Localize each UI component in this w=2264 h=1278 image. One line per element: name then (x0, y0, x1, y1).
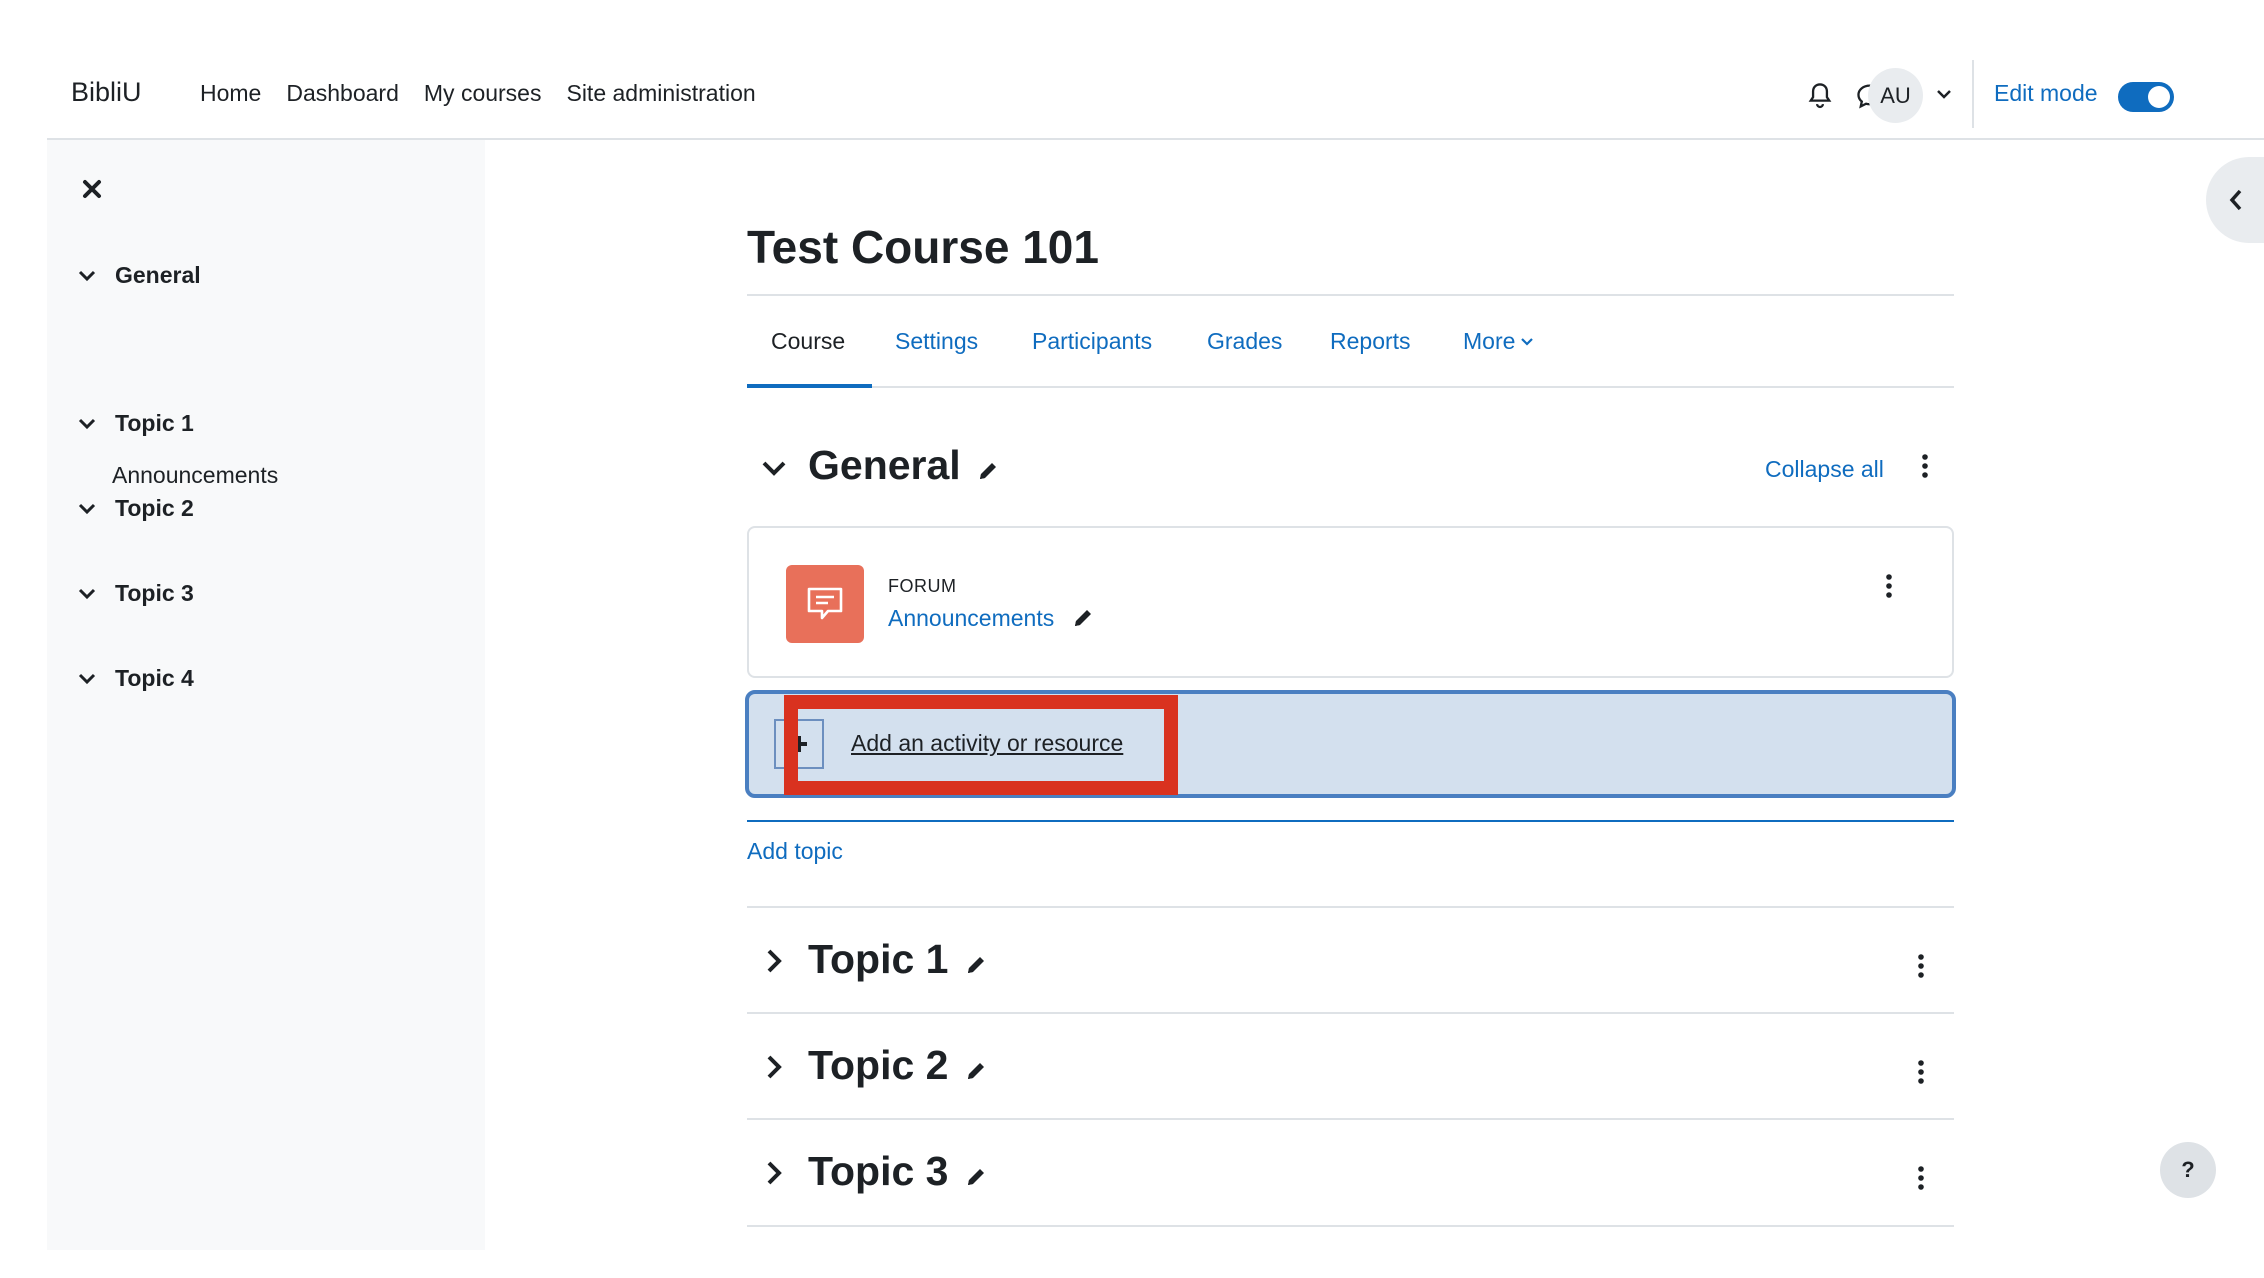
chevron-down-icon[interactable] (75, 264, 99, 288)
section-header-topic-3: Topic 3 (747, 1118, 1954, 1224)
notifications-bell-icon[interactable] (1800, 76, 1840, 116)
tab-more[interactable]: More (1463, 328, 1534, 355)
section-title: Topic 1 (808, 936, 988, 983)
section-actions-kebab-icon[interactable] (1915, 448, 1935, 484)
drawer-section-label: Topic 1 (115, 410, 194, 436)
user-avatar[interactable]: AU (1868, 68, 1923, 123)
drawer-section-topic-4[interactable]: Topic 4 (75, 665, 194, 692)
drawer-section-topic-1[interactable]: Topic 1 (75, 410, 194, 437)
activity-name-link[interactable]: Announcements (888, 605, 1054, 632)
section-header-topic-1: Topic 1 (747, 906, 1954, 1012)
activity-actions-kebab-icon[interactable] (1879, 568, 1899, 604)
drawer-section-label: Topic 2 (115, 495, 194, 521)
chevron-down-icon[interactable] (75, 667, 99, 691)
expand-section-chevron-right-icon[interactable] (759, 1158, 789, 1188)
chevron-down-icon[interactable] (75, 412, 99, 436)
course-secondary-navigation: Course Settings Participants Grades Repo… (747, 300, 1954, 388)
expand-section-chevron-right-icon[interactable] (759, 1052, 789, 1082)
section-header-topic-2: Topic 2 (747, 1012, 1954, 1118)
tab-participants[interactable]: Participants (1032, 328, 1152, 355)
section-title: General (808, 442, 1000, 489)
drawer-section-topic-2[interactable]: Topic 2 (75, 495, 194, 522)
expand-section-chevron-right-icon[interactable] (759, 946, 789, 976)
drawer-section-label: Topic 4 (115, 665, 194, 691)
section-actions-kebab-icon[interactable] (1911, 948, 1931, 984)
section-actions-kebab-icon[interactable] (1911, 1160, 1931, 1196)
chevron-down-icon[interactable] (75, 497, 99, 521)
section-title-text: Topic 2 (808, 1042, 949, 1088)
drawer-section-general[interactable]: General (75, 262, 201, 289)
nav-link-home[interactable]: Home (200, 80, 261, 107)
course-index-drawer: General Announcements Topic 1 Topic 2 To… (47, 140, 485, 1250)
nav-link-site-administration[interactable]: Site administration (566, 80, 755, 107)
drawer-section-label: General (115, 262, 201, 288)
collapse-section-chevron-down-icon[interactable] (759, 453, 789, 483)
edit-mode-toggle[interactable] (2118, 82, 2174, 112)
active-tab-indicator (747, 384, 872, 388)
title-divider (747, 294, 1954, 296)
tab-course[interactable]: Course (771, 328, 845, 355)
user-menu-chevron-down-icon[interactable] (1930, 80, 1958, 108)
edit-pencil-icon[interactable] (964, 1059, 988, 1083)
section-title-text: Topic 3 (808, 1148, 949, 1194)
chevron-left-icon (2229, 189, 2242, 211)
activity-card-forum: FORUM Announcements (747, 526, 1954, 678)
tab-grades[interactable]: Grades (1207, 328, 1282, 355)
drawer-section-topic-3[interactable]: Topic 3 (75, 580, 194, 607)
tab-settings[interactable]: Settings (895, 328, 978, 355)
section-title: Topic 2 (808, 1042, 988, 1089)
drawer-item-announcements[interactable]: Announcements (112, 462, 278, 489)
section-title: Topic 3 (808, 1148, 988, 1195)
activity-type-label: FORUM (888, 576, 957, 596)
navbar-divider (1972, 60, 1974, 128)
chevron-down-icon[interactable] (75, 582, 99, 606)
add-activity-label[interactable]: Add an activity or resource (851, 730, 1123, 757)
top-navbar: BibliU Home Dashboard My courses Site ad… (47, 0, 2264, 140)
site-brand[interactable]: BibliU (71, 77, 142, 108)
tab-more-label: More (1463, 328, 1516, 354)
toggle-knob (2148, 86, 2170, 108)
open-block-drawer-button[interactable] (2206, 157, 2264, 243)
section-title-text: General (808, 442, 961, 488)
collapse-all-link[interactable]: Collapse all (1765, 456, 1884, 483)
section-title-text: Topic 1 (808, 936, 949, 982)
edit-pencil-icon[interactable] (1071, 606, 1095, 630)
tab-reports[interactable]: Reports (1330, 328, 1411, 355)
add-topic-link[interactable]: Add topic (747, 838, 843, 865)
forum-icon (786, 565, 864, 643)
close-drawer-icon[interactable] (77, 174, 107, 204)
edit-pencil-icon[interactable] (964, 953, 988, 977)
nav-link-my-courses[interactable]: My courses (424, 80, 542, 107)
help-button[interactable]: ? (2160, 1142, 2216, 1198)
add-activity-or-resource-button[interactable]: Add an activity or resource (745, 690, 1956, 798)
drawer-section-label: Topic 3 (115, 580, 194, 606)
edit-pencil-icon[interactable] (964, 1165, 988, 1189)
edit-pencil-icon[interactable] (976, 459, 1000, 483)
page-title: Test Course 101 (747, 221, 1099, 273)
section-divider (747, 1225, 1954, 1227)
section-actions-kebab-icon[interactable] (1911, 1054, 1931, 1090)
chevron-down-icon (1521, 338, 1534, 346)
edit-mode-label[interactable]: Edit mode (1994, 80, 2098, 107)
add-topic-divider (747, 820, 1954, 822)
primary-navigation: Home Dashboard My courses Site administr… (200, 80, 756, 107)
nav-link-dashboard[interactable]: Dashboard (286, 80, 399, 107)
plus-icon[interactable] (774, 719, 824, 769)
section-header-general: General Collapse all (747, 438, 1954, 498)
